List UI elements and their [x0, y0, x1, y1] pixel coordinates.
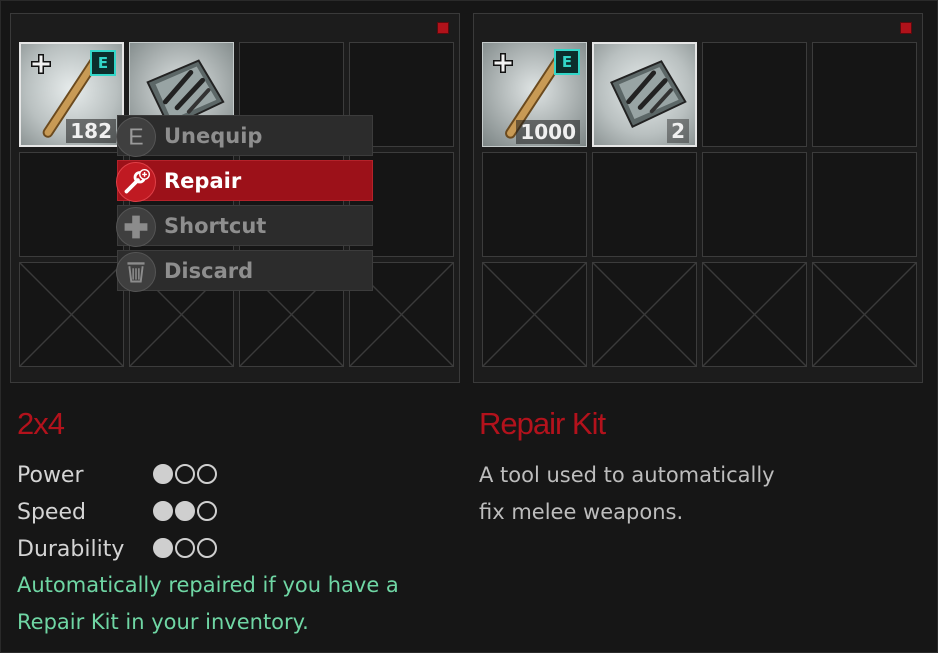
rating-dot-empty — [175, 538, 195, 558]
storage-slot-repair-kit[interactable]: 2 — [592, 42, 697, 147]
stat-speed-rating — [153, 501, 217, 521]
item-count: 2 — [667, 119, 689, 143]
stat-label: Speed — [17, 500, 86, 525]
storage-slot-locked — [702, 262, 807, 367]
rating-dot-filled — [153, 501, 173, 521]
rating-dot-filled — [175, 501, 195, 521]
item-description-line: fix melee weapons. — [479, 500, 684, 524]
stat-label: Power — [17, 463, 84, 488]
stat-power: Power — [17, 463, 84, 488]
right-inventory-panel: E 1000 2 — [473, 13, 923, 383]
stat-speed: Speed — [17, 500, 86, 525]
menu-item-label: Unequip — [164, 124, 263, 148]
locked-slot-icon — [813, 263, 916, 366]
inventory-slot-empty[interactable] — [19, 152, 124, 257]
wrench-icon — [116, 162, 156, 202]
left-item-title: 2x4 — [17, 406, 65, 441]
equipped-badge: E — [554, 49, 580, 75]
storage-slot-locked — [592, 262, 697, 367]
menu-item-label: Discard — [164, 259, 254, 283]
locked-slot-icon — [483, 263, 586, 366]
storage-slot-locked — [812, 262, 917, 367]
storage-slot-empty[interactable] — [702, 152, 807, 257]
rating-dot-empty — [197, 538, 217, 558]
stat-durability-rating — [153, 538, 217, 558]
equip-e-icon: E — [116, 117, 156, 157]
panel-indicator-icon — [900, 22, 912, 34]
item-context-menu: E Unequip Repair Shortcut Discard — [116, 115, 373, 295]
inventory-slot-2x4[interactable]: E 182 — [19, 42, 124, 147]
stat-durability: Durability — [17, 537, 124, 562]
dpad-shortcut-icon — [493, 53, 513, 73]
rating-dot-filled — [153, 538, 173, 558]
trash-icon — [116, 252, 156, 292]
menu-item-label: Shortcut — [164, 214, 267, 238]
storage-slot-2x4[interactable]: E 1000 — [482, 42, 587, 147]
equipped-badge: E — [90, 50, 116, 76]
storage-slot-empty[interactable] — [592, 152, 697, 257]
storage-slot-empty[interactable] — [702, 42, 807, 147]
panel-indicator-icon — [437, 22, 449, 34]
dpad-shortcut-icon — [31, 54, 51, 74]
locked-slot-icon — [593, 263, 696, 366]
menu-item-unequip[interactable]: E Unequip — [116, 115, 373, 157]
rating-dot-filled — [153, 464, 173, 484]
item-count: 182 — [66, 119, 116, 143]
inventory-slot-locked — [19, 262, 124, 367]
right-item-title: Repair Kit — [479, 406, 606, 441]
stat-label: Durability — [17, 537, 125, 562]
item-note-line: Repair Kit in your inventory. — [17, 610, 309, 634]
item-count: 1000 — [516, 120, 580, 144]
storage-slot-empty[interactable] — [812, 152, 917, 257]
item-note-line: Automatically repaired if you have a — [17, 573, 399, 597]
rating-dot-empty — [175, 464, 195, 484]
storage-slot-empty[interactable] — [482, 152, 587, 257]
locked-slot-icon — [703, 263, 806, 366]
menu-item-repair[interactable]: Repair — [116, 160, 373, 202]
svg-text:E: E — [128, 124, 143, 150]
storage-slot-locked — [482, 262, 587, 367]
stat-power-rating — [153, 464, 217, 484]
item-description-line: A tool used to automatically — [479, 463, 775, 487]
rating-dot-empty — [197, 464, 217, 484]
dpad-icon — [116, 207, 156, 247]
menu-item-shortcut[interactable]: Shortcut — [116, 205, 373, 247]
menu-item-discard[interactable]: Discard — [116, 250, 373, 292]
locked-slot-icon — [20, 263, 123, 366]
storage-slot-empty[interactable] — [812, 42, 917, 147]
menu-item-label: Repair — [164, 169, 242, 193]
rating-dot-empty — [197, 501, 217, 521]
storage-grid: E 1000 2 — [482, 42, 917, 367]
